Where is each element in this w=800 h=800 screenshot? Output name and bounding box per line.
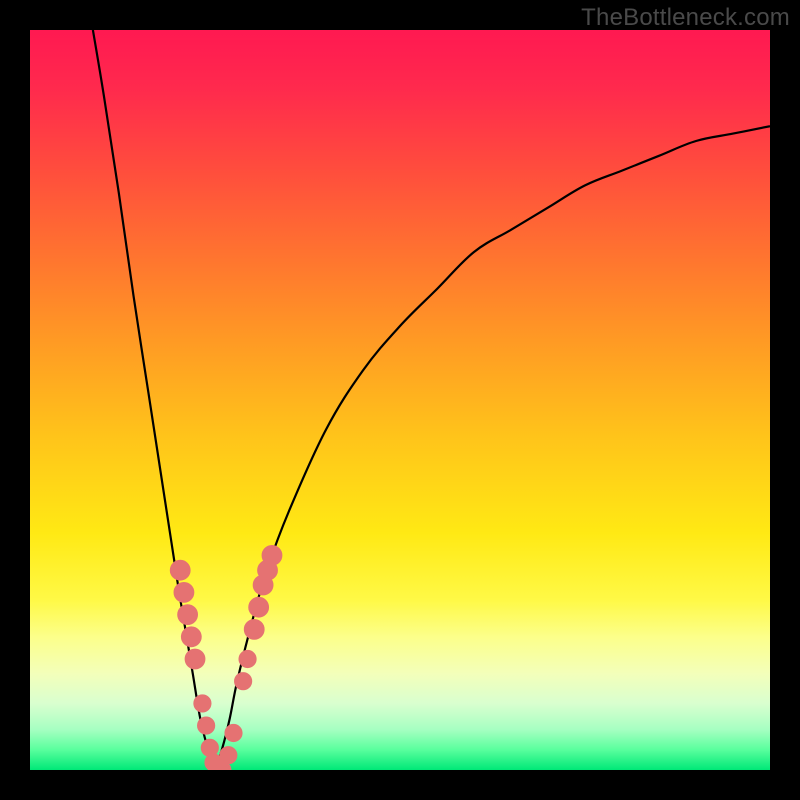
data-marker xyxy=(198,717,215,734)
data-marker xyxy=(185,649,205,669)
data-marker xyxy=(174,583,194,603)
bottleneck-curve xyxy=(30,30,770,770)
curve-data-markers xyxy=(170,546,282,771)
data-marker xyxy=(220,747,237,764)
curve-right-branch xyxy=(215,126,770,770)
data-marker xyxy=(239,650,256,667)
data-marker xyxy=(225,724,242,741)
data-marker xyxy=(262,546,282,566)
watermark-text: TheBottleneck.com xyxy=(581,4,790,32)
data-marker xyxy=(244,620,264,640)
data-marker xyxy=(170,560,190,580)
data-marker xyxy=(181,627,201,647)
data-marker xyxy=(178,605,198,625)
data-marker xyxy=(201,739,218,756)
chart-frame xyxy=(30,30,770,770)
data-marker xyxy=(194,695,211,712)
data-marker xyxy=(249,597,269,617)
data-marker xyxy=(235,673,252,690)
